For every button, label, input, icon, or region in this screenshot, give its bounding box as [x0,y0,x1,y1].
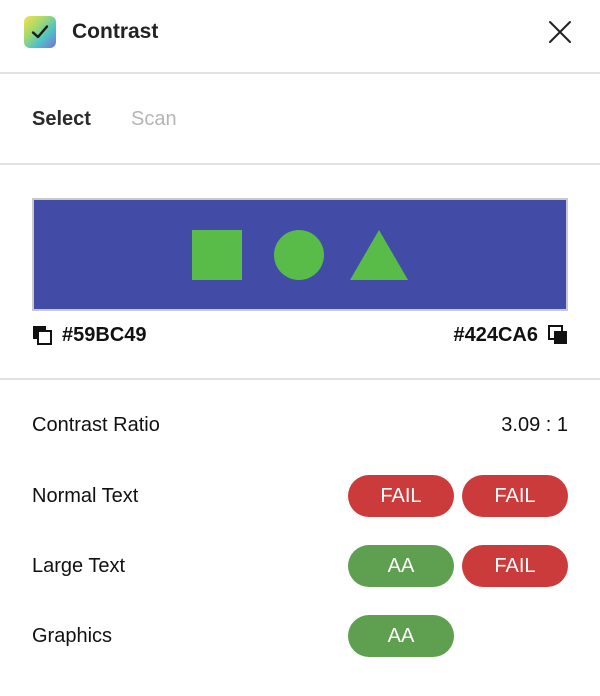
preview-circle [274,230,324,280]
contrast-ratio-label: Contrast Ratio [32,414,160,436]
graphics-label: Graphics [32,625,113,647]
foreground-color: #59BC49 [32,322,147,348]
foreground-swap-icon[interactable] [32,325,52,345]
contrast-ratio-row: Contrast Ratio 3.09 : 1 [32,404,568,446]
background-color: #424CA6 [453,322,568,348]
divider [0,163,600,165]
background-hex[interactable]: #424CA6 [453,323,538,347]
tab-select[interactable]: Select [32,107,91,131]
preview-square [192,230,242,280]
contrast-ratio-value: 3.09 : 1 [501,414,568,436]
graphics-row: Graphics AA [32,615,568,657]
graphics-aa-badge: AA [348,615,454,657]
large-text-aa-badge: AA [348,545,454,587]
close-icon[interactable] [544,16,576,48]
app-title: Contrast [72,20,159,43]
large-text-label: Large Text [32,555,126,577]
foreground-hex[interactable]: #59BC49 [62,323,147,347]
checkmark-icon [24,16,56,48]
normal-text-aaa-badge: FAIL [462,475,568,517]
divider [0,378,600,380]
large-text-aaa-badge: FAIL [462,545,568,587]
normal-text-aa-badge: FAIL [348,475,454,517]
background-swap-icon[interactable] [548,325,568,345]
large-text-row: Large Text AA FAIL [32,545,568,587]
contrast-panel: Contrast Select Scan #59BC49 #424CA6 Con… [0,0,600,696]
divider [0,72,600,74]
normal-text-row: Normal Text FAIL FAIL [32,475,568,517]
normal-text-label: Normal Text [32,485,139,507]
tab-scan[interactable]: Scan [131,107,177,131]
color-preview [32,198,568,311]
title-bar: Contrast [0,0,600,73]
